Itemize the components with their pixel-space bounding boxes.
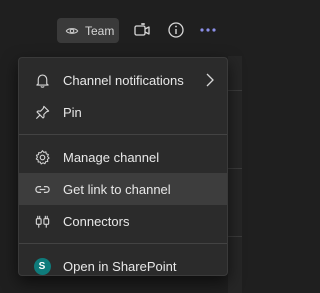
- pin-icon: [33, 103, 51, 121]
- connector-plug-icon: [33, 212, 51, 230]
- gear-icon: [33, 148, 51, 166]
- bell-icon: [33, 71, 51, 89]
- menu-item-label: Get link to channel: [63, 181, 171, 197]
- menu-item-label: Connectors: [63, 213, 130, 229]
- meet-now-icon: [134, 23, 150, 36]
- menu-item-label: Pin: [63, 104, 82, 120]
- menu-item-label: Open in SharePoint: [63, 258, 177, 274]
- menu-item-connectors[interactable]: Connectors: [19, 205, 227, 237]
- sharepoint-badge: S: [33, 257, 51, 275]
- team-button[interactable]: Team: [57, 18, 119, 43]
- menu-item-channel-notifications[interactable]: Channel notifications: [19, 64, 227, 96]
- channel-info-button[interactable]: [166, 20, 186, 40]
- eye-icon: [65, 27, 79, 34]
- menu-divider: [19, 134, 227, 135]
- menu-divider: [19, 243, 227, 244]
- menu-item-label: Manage channel: [63, 149, 160, 165]
- meet-now-button[interactable]: [132, 20, 152, 40]
- background-panel-edge: [228, 56, 242, 293]
- menu-item-open-in-sharepoint[interactable]: S Open in SharePoint: [19, 250, 227, 282]
- chevron-right-icon: [206, 73, 214, 87]
- menu-item-get-link-to-channel[interactable]: Get link to channel: [19, 173, 227, 205]
- channel-header: Team: [0, 0, 242, 56]
- more-options-icon: [200, 28, 216, 32]
- info-icon: [168, 22, 184, 38]
- channel-options-menu: Channel notifications Pin Manage channel: [18, 57, 228, 276]
- sharepoint-icon: S: [33, 257, 51, 275]
- more-options-button[interactable]: [198, 20, 218, 40]
- menu-item-pin[interactable]: Pin: [19, 96, 227, 128]
- link-icon: [33, 180, 51, 198]
- menu-item-label: Channel notifications: [63, 72, 184, 88]
- menu-item-manage-channel[interactable]: Manage channel: [19, 141, 227, 173]
- team-button-label: Team: [85, 23, 115, 38]
